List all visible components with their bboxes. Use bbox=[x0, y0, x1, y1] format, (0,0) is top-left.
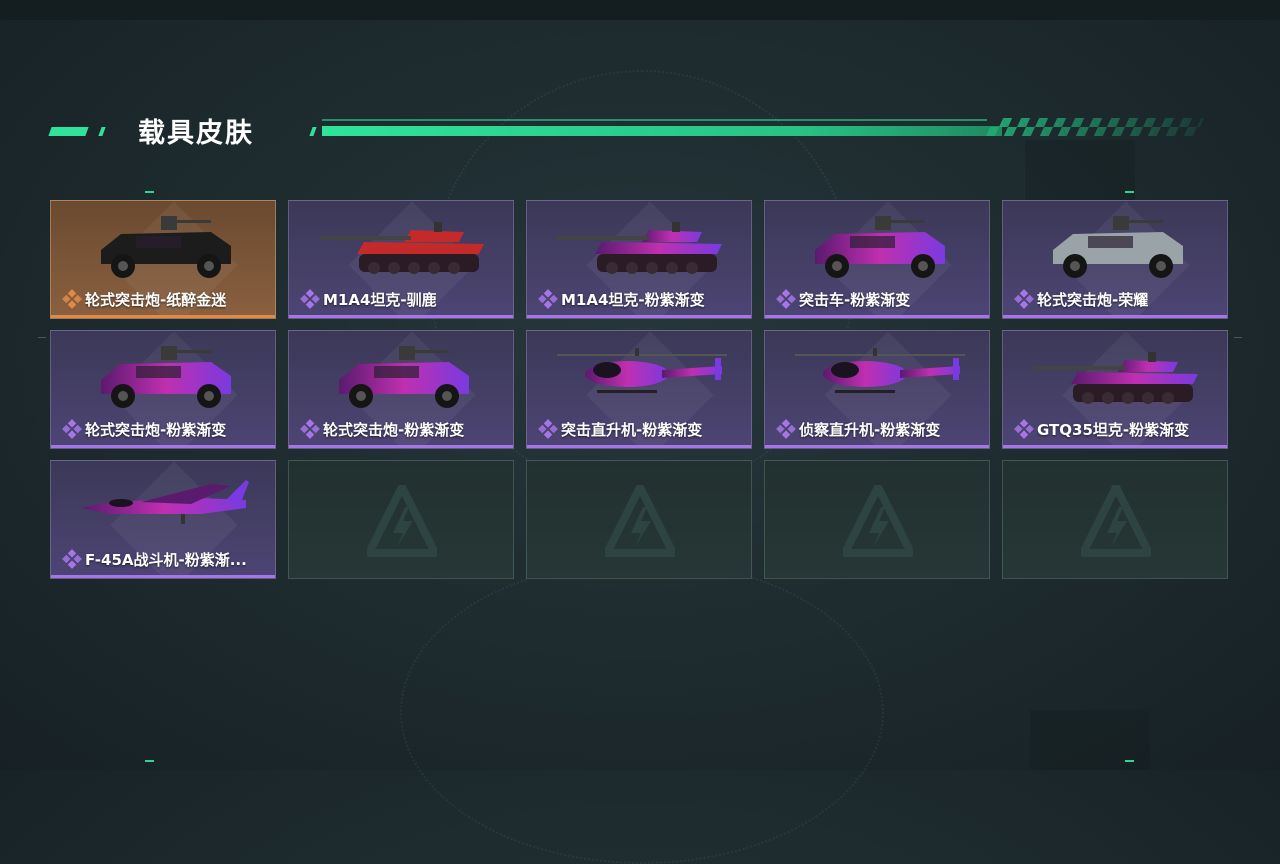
attack-helicopter-purple-image bbox=[557, 336, 727, 416]
rarity-diamond-icon bbox=[1013, 288, 1035, 310]
skin-card[interactable]: 轮式突击炮-粉紫渐变 bbox=[50, 330, 276, 449]
rarity-diamond-icon bbox=[299, 288, 321, 310]
rarity-diamond-icon bbox=[61, 548, 83, 570]
rarity-diamond-icon bbox=[775, 418, 797, 440]
header-accent-slab bbox=[48, 127, 89, 136]
rarity-underline bbox=[765, 315, 989, 318]
skin-name: 轮式突击炮-粉紫渐变 bbox=[323, 421, 465, 439]
rarity-diamond-icon bbox=[61, 288, 83, 310]
section-header: 载具皮肤 bbox=[0, 110, 1280, 150]
rarity-diamond-icon bbox=[61, 418, 83, 440]
tank-purple-image bbox=[557, 206, 727, 286]
skin-name: M1A4坦克-驯鹿 bbox=[323, 291, 437, 309]
skin-name: 轮式突击炮-荣耀 bbox=[1037, 291, 1149, 309]
rarity-diamond-icon bbox=[1013, 418, 1035, 440]
scout-helicopter-purple-image bbox=[795, 336, 965, 416]
skin-card[interactable]: 侦察直升机-粉紫渐变 bbox=[764, 330, 990, 449]
header-thin-line bbox=[322, 119, 987, 121]
empty-skin-slot bbox=[1002, 460, 1228, 579]
empty-skin-slot bbox=[526, 460, 752, 579]
rarity-underline bbox=[527, 315, 751, 318]
fighter-jet-purple-image bbox=[81, 466, 251, 546]
section-title: 载具皮肤 bbox=[138, 118, 254, 149]
rarity-underline bbox=[289, 315, 513, 318]
skin-name: M1A4坦克-粉紫渐变 bbox=[561, 291, 705, 309]
header-accent-bar bbox=[322, 126, 1002, 136]
corner-tick-decoration bbox=[145, 760, 154, 762]
right-crosshair-decoration bbox=[1234, 337, 1242, 344]
rarity-underline bbox=[289, 445, 513, 448]
skin-card[interactable]: M1A4坦克-驯鹿 bbox=[288, 200, 514, 319]
placeholder-logo-icon bbox=[841, 483, 915, 557]
skin-card[interactable]: 突击车-粉紫渐变 bbox=[764, 200, 990, 319]
header-checker-decoration bbox=[985, 118, 1205, 136]
rarity-underline bbox=[1003, 315, 1227, 318]
left-crosshair-decoration bbox=[38, 337, 46, 344]
rarity-underline bbox=[51, 575, 275, 578]
placeholder-logo-icon bbox=[1079, 483, 1153, 557]
armored-vehicle-black-image bbox=[81, 206, 251, 286]
skin-name: 突击直升机-粉紫渐变 bbox=[561, 421, 703, 439]
skin-name: 轮式突击炮-粉紫渐变 bbox=[85, 421, 227, 439]
armored-vehicle-purple-image bbox=[319, 336, 489, 416]
header-accent-slab bbox=[309, 127, 317, 136]
skin-name: GTQ35坦克-粉紫渐变 bbox=[1037, 421, 1190, 439]
corner-tick-decoration bbox=[1125, 760, 1134, 762]
rarity-diamond-icon bbox=[299, 418, 321, 440]
rarity-underline bbox=[1003, 445, 1227, 448]
top-band bbox=[0, 0, 1280, 20]
placeholder-logo-icon bbox=[365, 483, 439, 557]
skin-name: 侦察直升机-粉紫渐变 bbox=[799, 421, 941, 439]
skin-card[interactable]: F-45A战斗机-粉紫渐... bbox=[50, 460, 276, 579]
rarity-diamond-icon bbox=[537, 418, 559, 440]
empty-skin-slot bbox=[288, 460, 514, 579]
skin-card[interactable]: M1A4坦克-粉紫渐变 bbox=[526, 200, 752, 319]
skin-card[interactable]: 轮式突击炮-粉紫渐变 bbox=[288, 330, 514, 449]
rarity-underline bbox=[51, 445, 275, 448]
rarity-diamond-icon bbox=[775, 288, 797, 310]
rarity-diamond-icon bbox=[537, 288, 559, 310]
empty-skin-slot bbox=[764, 460, 990, 579]
skin-name: 突击车-粉紫渐变 bbox=[799, 291, 911, 309]
assault-car-purple-image bbox=[795, 206, 965, 286]
corner-tick-decoration bbox=[1125, 191, 1134, 193]
skin-card[interactable]: 轮式突击炮-纸醉金迷 bbox=[50, 200, 276, 319]
tank-red-image bbox=[319, 206, 489, 286]
skin-card[interactable]: GTQ35坦克-粉紫渐变 bbox=[1002, 330, 1228, 449]
skin-name: F-45A战斗机-粉紫渐... bbox=[85, 551, 247, 569]
placeholder-logo-icon bbox=[603, 483, 677, 557]
armored-vehicle-purple-image bbox=[81, 336, 251, 416]
rarity-underline bbox=[51, 315, 275, 318]
rarity-underline bbox=[765, 445, 989, 448]
skin-card[interactable]: 突击直升机-粉紫渐变 bbox=[526, 330, 752, 449]
skin-name: 轮式突击炮-纸醉金迷 bbox=[85, 291, 227, 309]
header-accent-slab bbox=[98, 127, 106, 136]
skin-card[interactable]: 轮式突击炮-荣耀 bbox=[1002, 200, 1228, 319]
corner-tick-decoration bbox=[145, 191, 154, 193]
rarity-underline bbox=[527, 445, 751, 448]
armored-vehicle-grey-image bbox=[1033, 206, 1203, 286]
tank-purple-image bbox=[1033, 336, 1203, 416]
background-ring-decoration bbox=[400, 560, 884, 864]
